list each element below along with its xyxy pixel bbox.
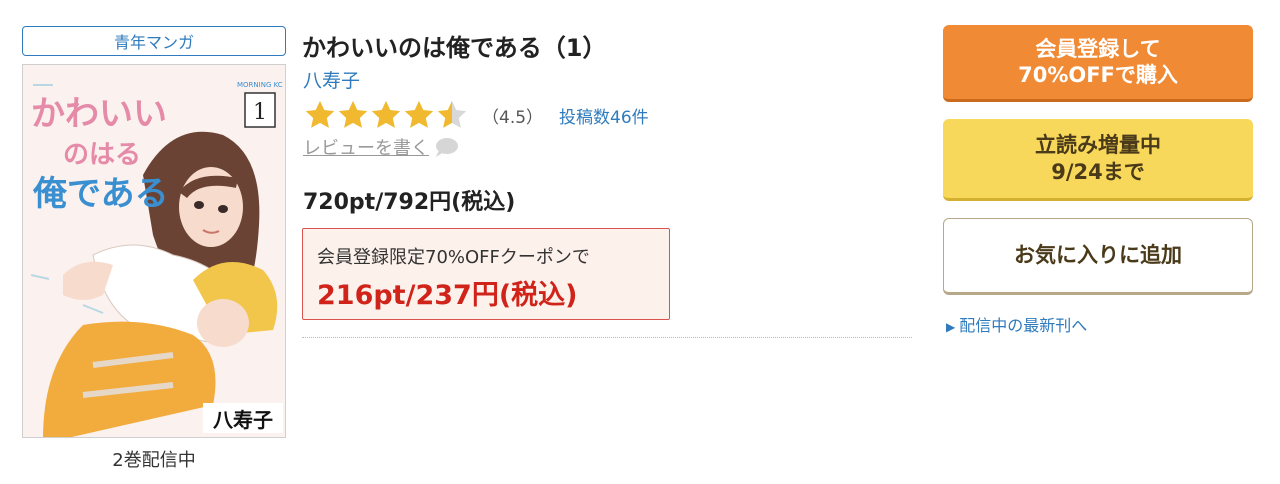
volumes-status: 2巻配信中 <box>112 450 196 471</box>
write-review-label: レビューを書く <box>303 138 429 159</box>
book-price: 720pt/792円(税込) <box>303 190 516 215</box>
latest-volume-label: 配信中の最新刊へ <box>959 316 1088 335</box>
trial-read-button[interactable]: 立読み増量中 9/24まで <box>943 119 1253 201</box>
half-star-icon <box>437 100 467 128</box>
signup-button-line2: 70%OFFで購入 <box>1018 63 1178 87</box>
triangle-right-icon: ▶ <box>946 320 956 334</box>
trial-button-line2: 9/24まで <box>1051 159 1145 184</box>
author-link[interactable]: 八寿子 <box>303 66 360 93</box>
star-icon <box>371 100 401 128</box>
coupon-price: 216pt/237円(税込) <box>317 280 578 311</box>
divider <box>302 337 912 338</box>
cover-illustration: かわいい のはる 俺である MORNING KC 1 八寿子 <box>23 65 285 437</box>
signup-button-line1: 会員登録して <box>1035 36 1161 61</box>
write-review-link[interactable]: レビューを書く <box>303 134 459 160</box>
review-count-link[interactable]: 投稿数46件 <box>559 103 649 128</box>
genre-badge[interactable]: 青年マンガ <box>22 26 286 56</box>
coupon-text: 会員登録限定70%OFFクーポンで <box>317 247 590 268</box>
book-cover-image[interactable]: かわいい のはる 俺である MORNING KC 1 八寿子 <box>22 64 286 438</box>
cover-title-line2: のはる <box>63 140 141 170</box>
add-favorite-button[interactable]: お気に入りに追加 <box>943 218 1253 295</box>
star-icon <box>404 100 434 128</box>
cover-title-line1: かわいい <box>31 94 167 134</box>
book-title: かわいいのは俺である（1） <box>302 34 607 62</box>
coupon-box: 会員登録限定70%OFFクーポンで 216pt/237円(税込) <box>302 228 670 320</box>
rating-row: （4.5） 投稿数46件 <box>303 98 649 132</box>
star-icon <box>305 100 335 128</box>
cover-title-line3: 俺である <box>32 174 169 214</box>
star-rating <box>303 98 468 132</box>
favorite-button-label: お気に入りに追加 <box>1014 243 1182 268</box>
speech-bubble-icon <box>436 138 458 157</box>
cover-author: 八寿子 <box>213 408 273 432</box>
latest-volume-link[interactable]: ▶ 配信中の最新刊へ <box>946 312 1087 336</box>
signup-purchase-button[interactable]: 会員登録して 70%OFFで購入 <box>943 25 1253 102</box>
rating-value: （4.5） <box>482 107 544 128</box>
cover-label: MORNING KC <box>237 81 283 89</box>
trial-button-line1: 立読み増量中 <box>1035 133 1161 158</box>
star-icon <box>338 100 368 128</box>
cover-volume-number: 1 <box>253 100 267 125</box>
